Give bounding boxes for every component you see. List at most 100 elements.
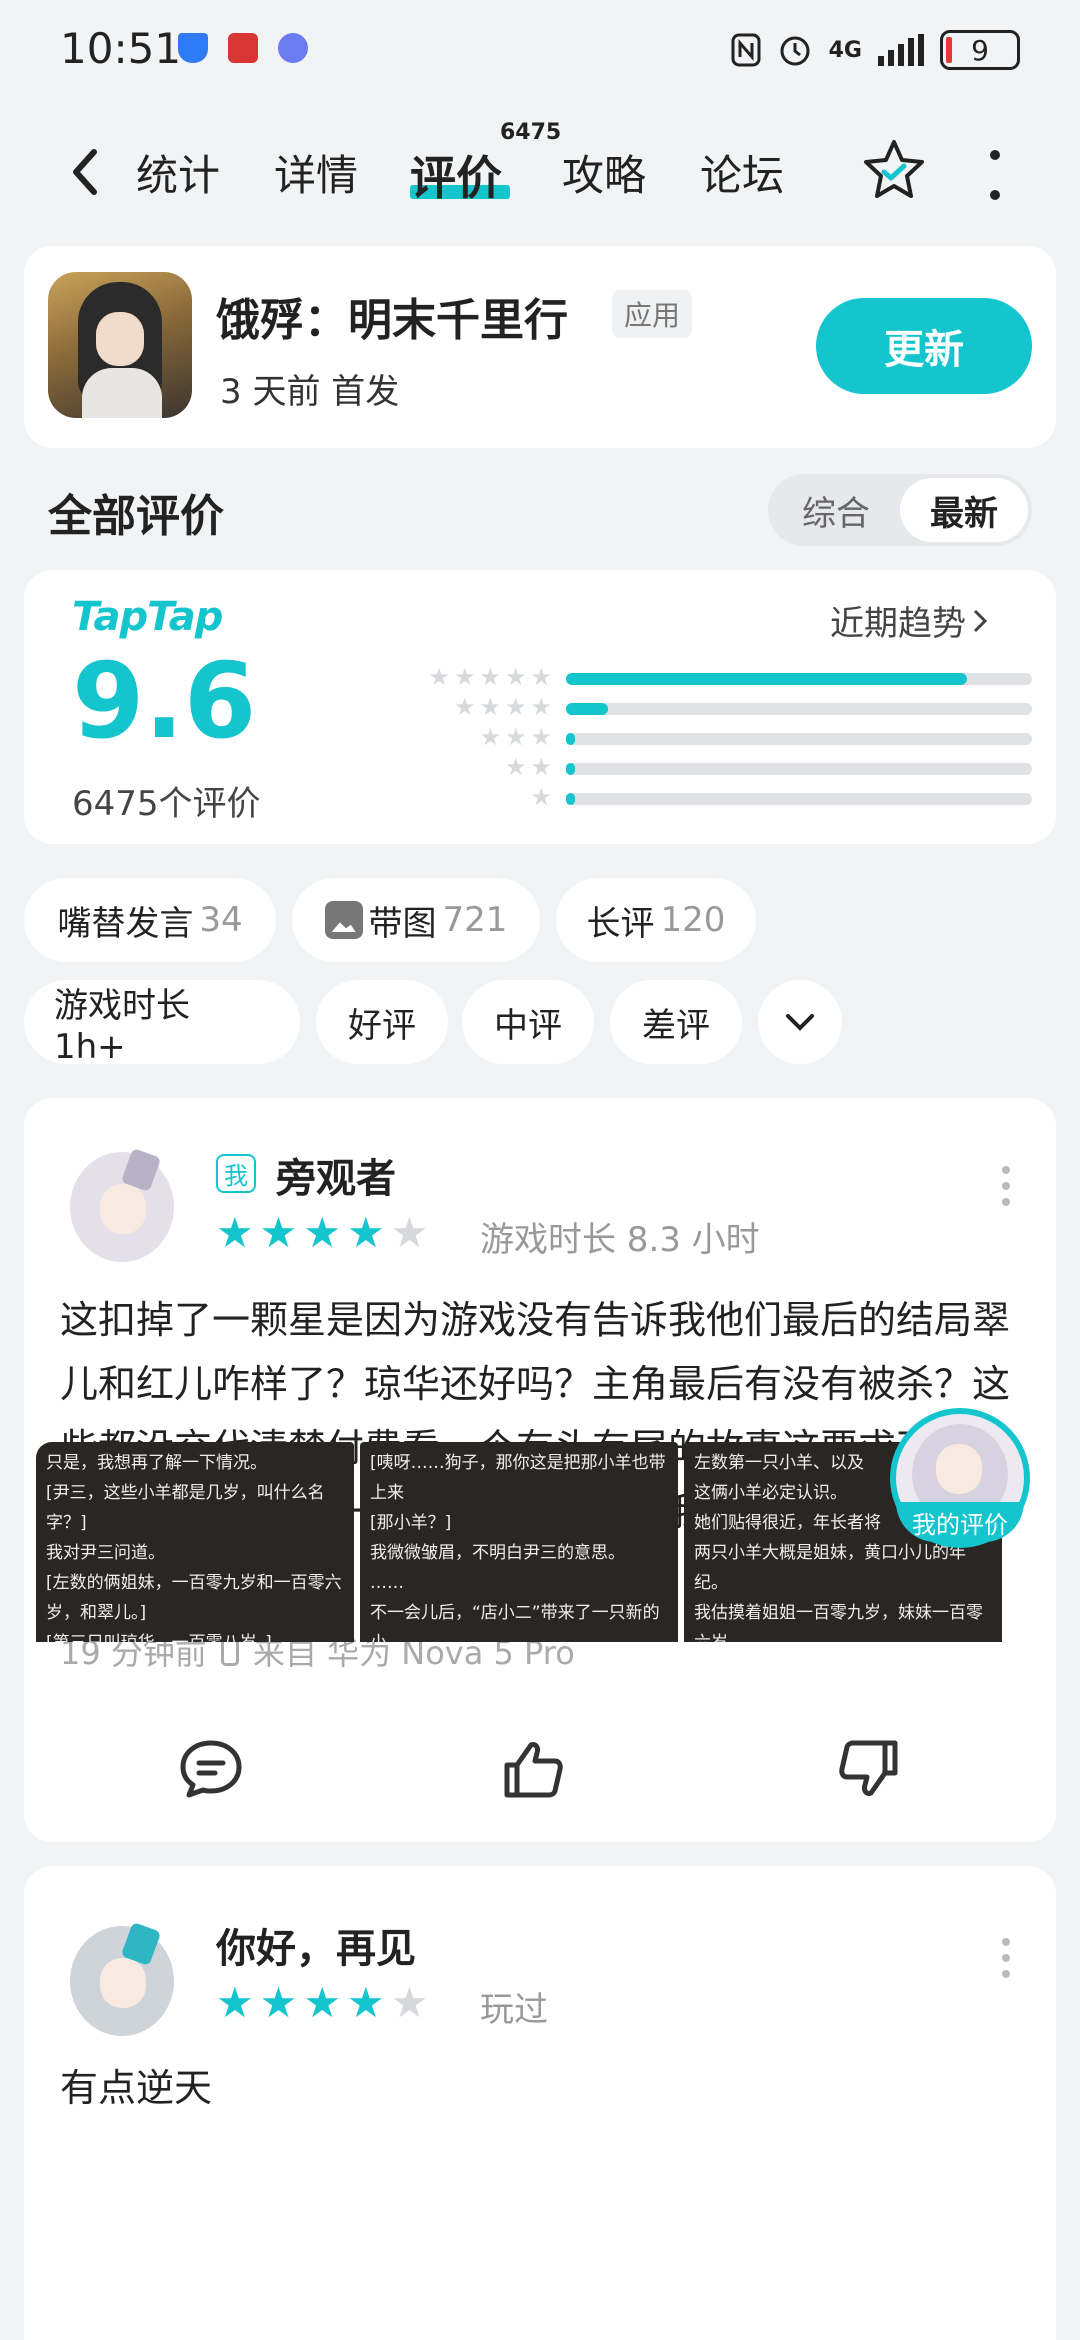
rating-bar-track [566,733,1032,745]
star-icon: ★ [453,663,476,691]
filter-chip-quotes[interactable]: 嘴替发言 34 [24,878,276,962]
star-level: ★ ★ ★ ★ ★ [428,664,552,690]
app-header-card: 饿殍：明末千里行 应用 3 天前 首发 更新 [24,246,1056,448]
alarm-icon [780,36,810,66]
more-menu-button[interactable] [985,150,1005,200]
review-screenshots: 只是，我想再了解一下情况。 [尹三，这些小羊都是几岁，叫什么名字？] 我对尹三问道。… [36,1442,1002,1642]
app-release-info: 3 天前 首发 [220,372,400,412]
star-filled-icon: ★ [346,1978,385,2027]
back-button[interactable] [55,142,115,202]
review-text[interactable]: 有点逆天 [60,2056,1020,2120]
review-card: 你好，再见 ★ ★ ★ ★ ★ 玩过 有点逆天 [24,1866,1056,2340]
tab-reviews[interactable]: 评价 [410,142,502,208]
chevron-down-icon [786,1014,814,1031]
playtime: 游戏时长 8.3 小时 [480,1220,760,1260]
tab-guides[interactable]: 攻略 [562,142,646,203]
rating-bar-fill [566,793,576,805]
chip-count: 34 [199,900,243,940]
star-filled-icon: ★ [303,1978,341,2027]
app-notification-icon [228,33,258,63]
star-icon: ★ [530,693,552,721]
chip-count: 721 [442,900,508,940]
recent-trend-link[interactable]: 近期趋势 [830,596,988,645]
battery-icon: 9 [940,30,1020,70]
rating-bar-track [566,703,1032,715]
rating-bar-row: ★ ★ ★ [378,724,1032,754]
upvote-button[interactable] [498,1734,568,1804]
filter-chip-neutral[interactable]: 中评 [462,980,594,1064]
top-nav: 统计 详情 评价 6475 攻略 论坛 [0,120,1080,230]
reviewer-name[interactable]: 你好，再见 [216,1916,416,1974]
avatar[interactable] [60,1144,184,1268]
downvote-button[interactable] [834,1734,904,1804]
notification-icons [178,33,308,63]
sort-option-latest[interactable]: 最新 [900,478,1028,542]
app-type-tag: 应用 [612,290,693,338]
rating-bar-row: ★ ★ ★ ★ [378,694,1032,724]
rating-bar-fill [566,673,967,685]
filter-chip-positive[interactable]: 好评 [316,980,448,1064]
star-icon: ★ [530,663,552,691]
reviewer-name[interactable]: 旁观者 [276,1146,396,1204]
filter-chip-negative[interactable]: 差评 [610,980,742,1064]
review-more-button[interactable] [1002,1938,1012,1978]
chip-count: 120 [660,900,726,940]
screenshot-text: 我微微皱眉，不明白尹三的意思。 [370,1543,625,1563]
tab-forum[interactable]: 论坛 [700,142,784,203]
chip-label: 长评 [586,903,655,944]
rating-count: 6475个评价 [72,784,261,824]
star-icon: ★ [428,663,450,691]
app-name: 饿殍：明末千里行 [216,295,568,346]
star-icon: ★ [479,663,501,691]
status-bar: 10:51 4G 9 [0,0,1080,100]
thumbs-down-icon [839,1740,898,1796]
review-screenshot[interactable]: [咦呀……狗子，那你这是把那小羊也带上来 [那小羊？] 我微微皱眉，不明白尹三的意思… [360,1442,678,1642]
network-label: 4G [828,37,862,63]
star-filled-icon: ★ [303,1208,341,1257]
star-filled-icon: ★ [216,1208,254,1257]
filter-chip-long[interactable]: 长评 120 [556,878,756,962]
chip-label: 嘴替发言 [57,903,194,944]
star-empty-icon: ★ [390,1208,429,1257]
shield-icon [178,33,208,63]
music-icon [278,33,308,63]
screenshot-text: [左数的俩姐妹，一百零九岁和一百零六岁，和翠儿。] [46,1573,342,1623]
review-screenshot[interactable]: 只是，我想再了解一下情况。 [尹三，这些小羊都是几岁，叫什么名字？] 我对尹三问道。… [36,1442,354,1642]
filter-expand-button[interactable] [758,980,842,1064]
screenshot-text: 我估摸着姐姐一百零九岁，妹妹一百零六岁 [694,1603,983,1642]
me-badge: 我 [216,1154,256,1193]
nfc-icon [731,33,761,67]
tab-stats[interactable]: 统计 [136,142,220,203]
my-review-button[interactable]: 我的评价 [890,1408,1030,1548]
filter-chip-playtime[interactable]: 游戏时长 1h+ [24,980,300,1067]
favorite-button[interactable] [862,138,926,202]
screenshot-text: 不一会儿后，“店小二”带来了一只新的小 [370,1603,660,1642]
sort-option-overall[interactable]: 综合 [772,478,900,542]
recent-trend-label: 近期趋势 [830,604,966,644]
filter-chip-images[interactable]: 带图 721 [292,878,540,962]
app-icon[interactable] [48,272,192,418]
star-level: ★ ★ ★ [479,724,552,750]
star-icon: ★ [504,723,527,751]
update-button[interactable]: 更新 [816,298,1032,394]
star-level: ★ ★ ★ ★ [454,694,552,720]
comment-button[interactable] [176,1734,246,1804]
rating-bar-fill [566,763,576,775]
rating-bar-row: ★ ★ ★ ★ ★ [378,664,1032,694]
signal-icon [878,34,924,66]
star-icon: ★ [504,753,527,781]
rating-bar-fill [566,733,576,745]
sort-toggle: 综合 最新 [768,474,1032,546]
review-stars: ★ ★ ★ ★ ★ [216,1982,428,2024]
review-more-button[interactable] [1002,1166,1012,1206]
thumbs-up-icon [504,1742,563,1798]
screenshot-text: [那小羊？] [370,1513,452,1533]
review-stars: ★ ★ ★ ★ ★ [216,1212,428,1254]
star-icon: ★ [504,693,527,721]
star-icon: ★ [530,723,552,751]
status-time: 10:51 [60,24,182,73]
playtime: 玩过 [480,1990,548,2030]
tab-details[interactable]: 详情 [274,142,358,203]
avatar[interactable] [60,1918,184,2042]
status-right: 4G 9 [731,30,1020,70]
